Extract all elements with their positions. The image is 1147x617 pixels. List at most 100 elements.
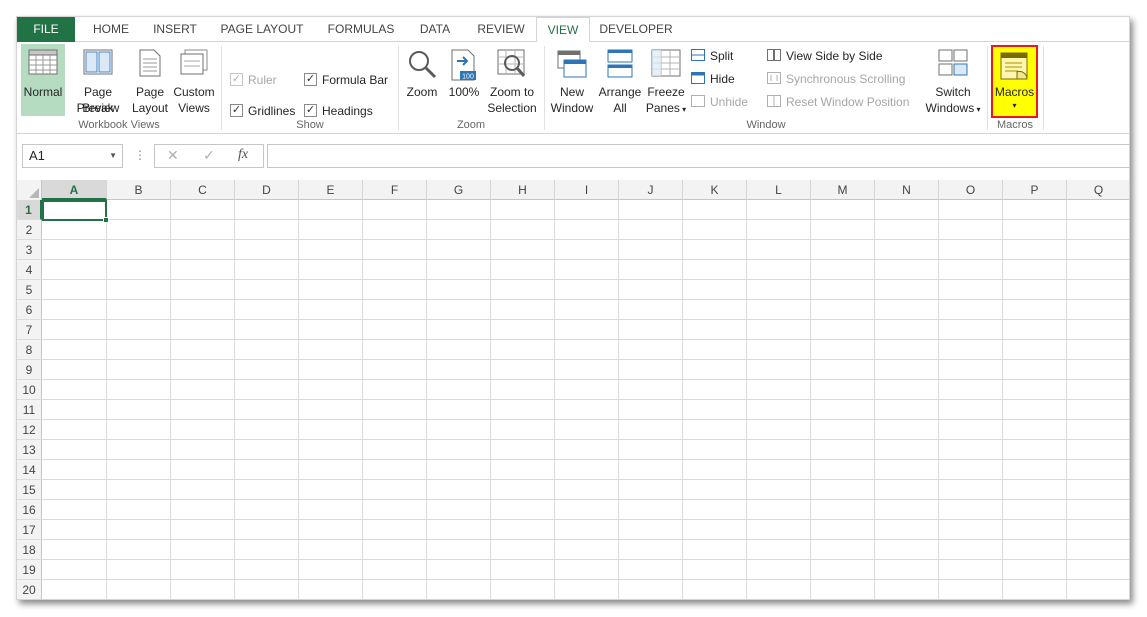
column-header-g[interactable]: G bbox=[427, 180, 491, 200]
row-header-8[interactable]: 8 bbox=[17, 340, 42, 360]
worksheet-grid[interactable]: ABCDEFGHIJKLMNOPQ 1 2 3 4 5 6 7 8 9 10 11 12 13 14 15 1… bbox=[17, 180, 1129, 600]
column-header-p[interactable]: P bbox=[1003, 180, 1067, 200]
row-header-19[interactable]: 19 bbox=[17, 560, 42, 580]
column-header-m[interactable]: M bbox=[811, 180, 875, 200]
column-header-o[interactable]: O bbox=[939, 180, 1003, 200]
page-layout-view-button[interactable]: Page Layout bbox=[129, 44, 171, 116]
formula-input[interactable] bbox=[267, 144, 1129, 168]
split-label: Split bbox=[710, 49, 734, 63]
grid-hline bbox=[42, 319, 1129, 320]
zoom-button[interactable]: Zoom bbox=[403, 44, 441, 116]
row-header-13[interactable]: 13 bbox=[17, 440, 42, 460]
grid-hline bbox=[42, 219, 1129, 220]
column-header-h[interactable]: H bbox=[491, 180, 555, 200]
row-header-16[interactable]: 16 bbox=[17, 500, 42, 520]
tab-insert[interactable]: INSERT bbox=[147, 17, 203, 42]
tab-formulas[interactable]: FORMULAS bbox=[319, 17, 403, 42]
split-icon bbox=[691, 49, 705, 61]
active-cell-a1[interactable] bbox=[42, 200, 109, 223]
normal-view-button[interactable]: Normal bbox=[21, 44, 65, 116]
group-separator bbox=[1043, 46, 1044, 130]
tab-view[interactable]: VIEW bbox=[536, 17, 590, 43]
custom-views-button[interactable]: Custom Views bbox=[171, 44, 217, 116]
column-header-c[interactable]: C bbox=[171, 180, 235, 200]
hide-icon bbox=[691, 72, 705, 84]
grid-vline bbox=[106, 200, 107, 599]
group-separator bbox=[544, 46, 545, 130]
column-header-d[interactable]: D bbox=[235, 180, 299, 200]
row-header-12[interactable]: 12 bbox=[17, 420, 42, 440]
row-header-15[interactable]: 15 bbox=[17, 480, 42, 500]
row-header-6[interactable]: 6 bbox=[17, 300, 42, 320]
row-header-14[interactable]: 14 bbox=[17, 460, 42, 480]
switch-windows-button[interactable]: Switch Windows ▾ bbox=[923, 44, 983, 116]
zoom-to-selection-button[interactable]: Zoom to Selection bbox=[484, 44, 540, 116]
row-header-1[interactable]: 1 bbox=[17, 200, 42, 220]
row-header-18[interactable]: 18 bbox=[17, 540, 42, 560]
column-header-a[interactable]: A bbox=[42, 180, 107, 200]
grid-hline bbox=[42, 599, 1129, 600]
tab-data[interactable]: DATA bbox=[411, 17, 459, 42]
more-options-icon[interactable]: ⋮ bbox=[134, 148, 146, 162]
grid-hline bbox=[42, 259, 1129, 260]
row-header-3[interactable]: 3 bbox=[17, 240, 42, 260]
check-icon: ✓ bbox=[304, 104, 317, 117]
unhide-label: Unhide bbox=[710, 95, 749, 109]
arrange-all-button[interactable]: Arrange All bbox=[597, 44, 643, 116]
reset-position-label: Reset Window Position bbox=[786, 95, 910, 109]
zoom-selection-label-2: Selection bbox=[487, 101, 537, 115]
dropdown-arrow-icon[interactable]: ▼ bbox=[109, 145, 117, 167]
zoom-100-button[interactable]: 100 100% bbox=[445, 44, 483, 116]
excel-window: FILE HOME INSERT PAGE LAYOUT FORMULAS DA… bbox=[16, 16, 1130, 600]
ribbon: Normal Page Break Preview Page Layout Cu… bbox=[17, 42, 1129, 134]
tab-file[interactable]: FILE bbox=[17, 17, 75, 42]
select-all-corner[interactable] bbox=[17, 180, 42, 200]
column-header-q[interactable]: Q bbox=[1067, 180, 1129, 200]
row-header-10[interactable]: 10 bbox=[17, 380, 42, 400]
new-window-button[interactable]: New Window bbox=[547, 44, 597, 116]
row-header-7[interactable]: 7 bbox=[17, 320, 42, 340]
grid-hline bbox=[42, 379, 1129, 380]
column-header-j[interactable]: J bbox=[619, 180, 683, 200]
insert-function-icon[interactable]: fx bbox=[238, 147, 248, 163]
switch-windows-text: Windows bbox=[925, 101, 975, 115]
row-header-5[interactable]: 5 bbox=[17, 280, 42, 300]
column-header-e[interactable]: E bbox=[299, 180, 363, 200]
row-header-2[interactable]: 2 bbox=[17, 220, 42, 240]
column-header-i[interactable]: I bbox=[555, 180, 619, 200]
column-header-f[interactable]: F bbox=[363, 180, 427, 200]
fill-handle[interactable] bbox=[103, 217, 109, 223]
row-header-4[interactable]: 4 bbox=[17, 260, 42, 280]
column-header-l[interactable]: L bbox=[747, 180, 811, 200]
switch-windows-icon bbox=[938, 49, 968, 76]
tab-review[interactable]: REVIEW bbox=[469, 17, 533, 42]
name-box[interactable]: A1 ▼ bbox=[22, 144, 123, 168]
column-header-b[interactable]: B bbox=[107, 180, 171, 200]
freeze-panes-button[interactable]: Freeze Panes ▾ bbox=[643, 44, 689, 116]
grid-hline bbox=[42, 499, 1129, 500]
row-header-9[interactable]: 9 bbox=[17, 360, 42, 380]
tab-page-layout[interactable]: PAGE LAYOUT bbox=[212, 17, 312, 42]
column-headers: ABCDEFGHIJKLMNOPQ bbox=[17, 180, 1129, 200]
grid-vline bbox=[490, 200, 491, 599]
tab-home[interactable]: HOME bbox=[81, 17, 141, 42]
row-header-20[interactable]: 20 bbox=[17, 580, 42, 599]
side-by-side-icon bbox=[767, 49, 781, 61]
normal-view-icon bbox=[28, 49, 58, 75]
enter-icon[interactable]: ✓ bbox=[203, 147, 215, 164]
macros-button[interactable]: Macros ▾ bbox=[991, 45, 1038, 118]
row-header-17[interactable]: 17 bbox=[17, 520, 42, 540]
custom-views-icon bbox=[180, 49, 208, 75]
formula-bar-label: Formula Bar bbox=[322, 73, 389, 87]
tab-developer[interactable]: DEVELOPER bbox=[596, 17, 676, 42]
column-header-n[interactable]: N bbox=[875, 180, 939, 200]
column-header-k[interactable]: K bbox=[683, 180, 747, 200]
normal-label: Normal bbox=[23, 85, 63, 99]
page-break-preview-button[interactable]: Page Break Preview bbox=[67, 44, 129, 116]
cancel-icon[interactable]: ✕ bbox=[167, 147, 179, 164]
row-header-11[interactable]: 11 bbox=[17, 400, 42, 420]
zoom-label: Zoom bbox=[406, 85, 438, 99]
group-label-zoom: Zoom bbox=[456, 119, 486, 131]
zoom-selection-icon bbox=[497, 49, 526, 77]
reset-position-icon bbox=[767, 95, 781, 107]
